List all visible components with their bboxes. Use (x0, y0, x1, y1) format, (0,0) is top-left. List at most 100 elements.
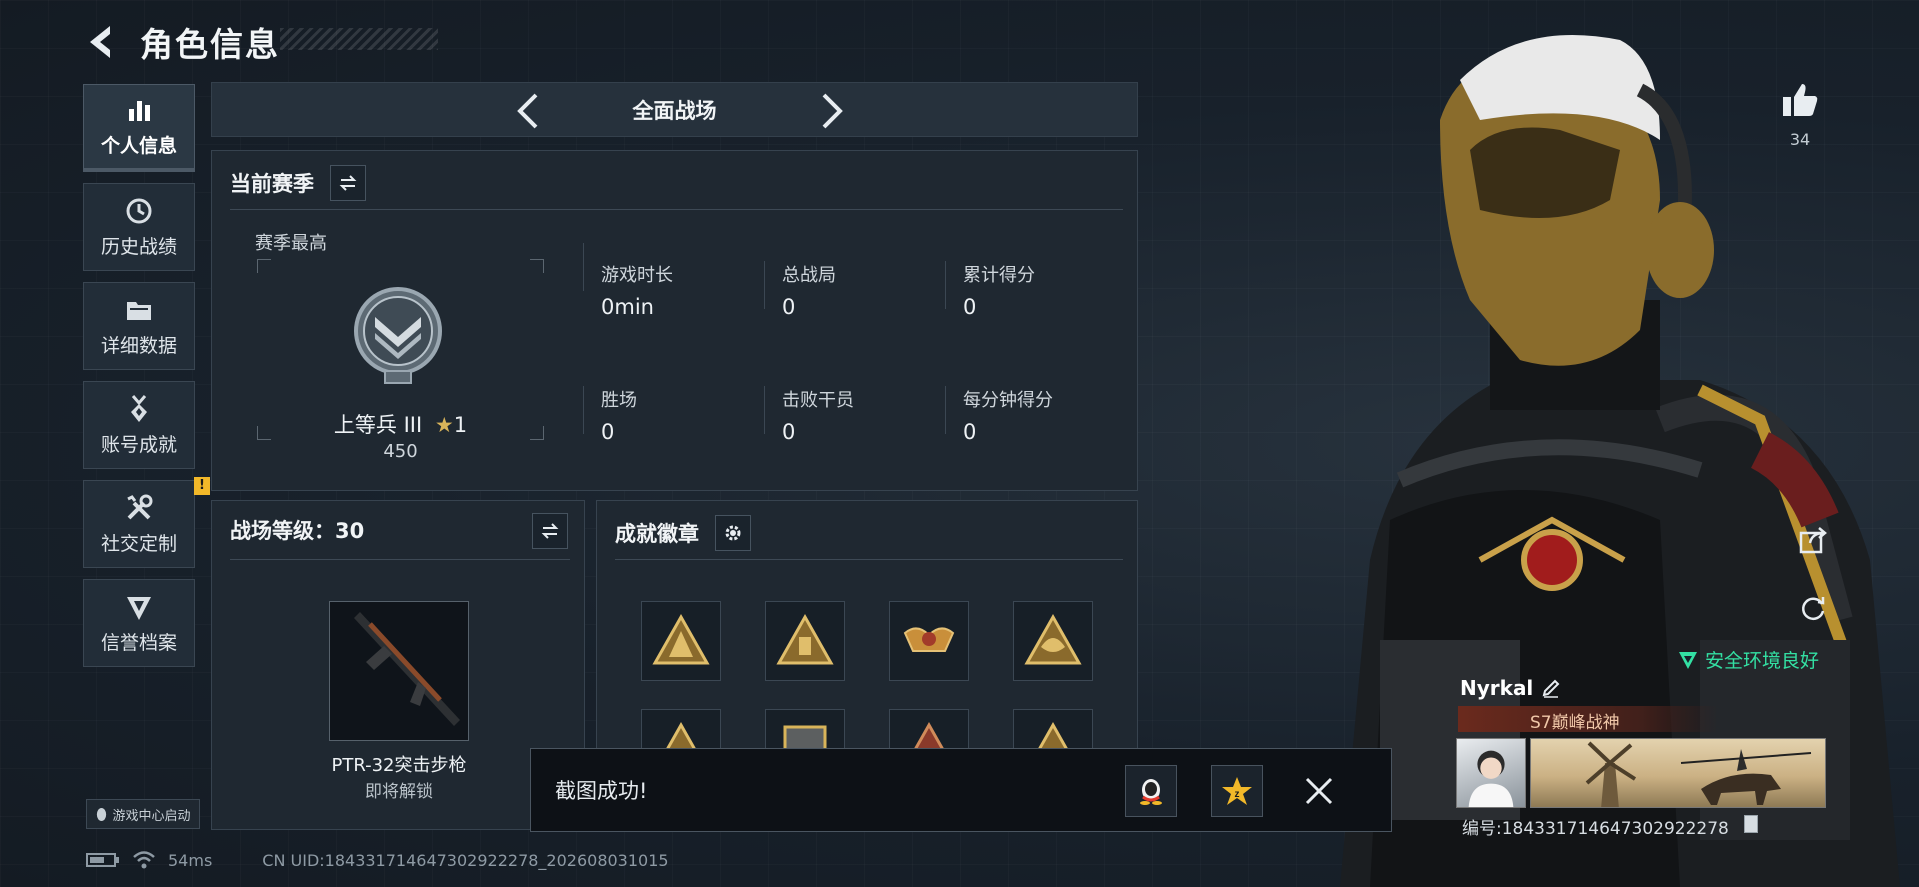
prev-mode-button[interactable] (508, 89, 548, 133)
stat-value-play-time: 0min (601, 295, 654, 319)
eagle-badge-icon (903, 627, 955, 652)
panel-title: 成就徽章 (615, 522, 699, 546)
game-center-launch-button[interactable]: 游戏中心启动 (86, 799, 200, 829)
battlefield-level-panel: 战场等级：30 PTR-32突击步枪 即将解锁 (211, 500, 585, 830)
sidebar-item-label: 信誉档案 (100, 631, 177, 654)
stat-value-wins: 0 (601, 420, 615, 444)
triangle-badge-icon (652, 613, 710, 665)
rank-line: 上等兵 III ★1 (257, 409, 544, 439)
season-best-label: 赛季最高 (255, 233, 327, 254)
title-stripe-decoration (280, 28, 438, 50)
rank-name: 上等兵 III (333, 413, 423, 437)
player-card: Nyrkal S7巅峰战神 编号:18433171464730292227​8 (1452, 672, 1832, 840)
toast-close-button[interactable] (1299, 771, 1339, 811)
stat-label-score-per-minute: 每分钟得分 (963, 390, 1053, 411)
safety-status: 安全环境良好 (1677, 646, 1819, 673)
panel-title: 当前赛季 (230, 172, 314, 196)
sidebar-item-details[interactable]: 详细数据 (83, 282, 195, 370)
history-icon (126, 198, 152, 223)
penguin-icon (97, 807, 107, 821)
achievement-badge[interactable] (889, 601, 969, 681)
sidebar-item-social[interactable]: 社交定制 ! (83, 477, 210, 568)
sidebar-item-label: 个人信息 (100, 135, 177, 157)
stat-value-total-matches: 0 (782, 295, 796, 319)
stat-label-wins: 胜场 (601, 390, 637, 411)
like-button[interactable]: 34 (1775, 80, 1825, 149)
next-mode-button[interactable] (812, 89, 852, 133)
safety-text: 安全环境良好 (1705, 650, 1820, 672)
triangle-badge-icon (776, 613, 834, 665)
back-arrow-icon (90, 26, 110, 58)
uid-text: CN UID:18433171464730292227​8_2026080310… (262, 850, 669, 870)
bar-chart-icon (129, 101, 150, 121)
mode-selector: 全面战场 (211, 82, 1138, 137)
stat-value-kills: 0 (782, 420, 796, 444)
stat-value-total-score: 0 (963, 295, 977, 319)
folder-icon (127, 301, 151, 320)
sidebar-item-history[interactable]: 历史战绩 (83, 183, 195, 271)
refresh-icon (1802, 597, 1825, 621)
tools-icon (127, 494, 153, 519)
player-id: 编号:18433171464730292227​8 (1462, 819, 1729, 839)
stat-separator (764, 261, 765, 309)
like-count: 34 (1789, 130, 1811, 149)
sidebar-item-label: 社交定制 (100, 532, 177, 555)
player-name-row: Nyrkal (1460, 676, 1561, 700)
avatar[interactable] (1456, 738, 1526, 808)
share-button[interactable] (1795, 522, 1831, 558)
stat-value-score-per-minute: 0 (963, 420, 977, 444)
rifle-icon (354, 612, 460, 726)
swap-icon (339, 175, 357, 191)
launch-label: 游戏中心启动 (112, 808, 191, 824)
avatar-portrait-image (1468, 750, 1514, 807)
switch-level-button[interactable] (532, 513, 568, 549)
triangle-badge-icon (1024, 613, 1082, 665)
svg-text:z: z (1235, 789, 1240, 800)
swap-icon (541, 523, 559, 539)
panel-title: 战场等级：30 (230, 519, 365, 543)
achievement-badge[interactable] (641, 601, 721, 681)
mode-name: 全面战场 (632, 98, 717, 123)
chevron-left-icon (517, 93, 538, 129)
back-button[interactable] (84, 22, 124, 62)
share-qzone-button[interactable]: z (1211, 765, 1263, 817)
share-qq-button[interactable] (1125, 765, 1177, 817)
rank-points: 450 (383, 441, 418, 462)
weapon-thumbnail[interactable] (329, 601, 469, 741)
profile-banner-image[interactable] (1530, 738, 1826, 808)
medal-icon (131, 394, 147, 422)
rank-emblem-icon (354, 287, 442, 384)
achievement-badge[interactable] (765, 601, 845, 681)
share-icon (1799, 527, 1827, 554)
edit-icon[interactable] (1541, 678, 1561, 698)
stat-separator (945, 261, 946, 309)
rotate-view-button[interactable] (1795, 590, 1831, 626)
notification-badge: ! (194, 477, 210, 495)
shield-check-icon (1679, 651, 1697, 669)
badge-settings-button[interactable] (715, 515, 751, 551)
screenshot-toast: 截图成功! z (530, 748, 1392, 832)
stat-label-total-matches: 总战局 (782, 265, 836, 286)
battery-icon (86, 853, 119, 867)
sidebar-item-label: 账号成就 (100, 433, 177, 456)
rank-stars: 1 (453, 413, 468, 437)
stat-separator (945, 386, 946, 434)
sidebar-item-label: 详细数据 (100, 334, 177, 357)
switch-season-button[interactable] (330, 165, 366, 201)
copy-id-button[interactable] (1744, 815, 1758, 833)
title-banner: S7巅峰战神 (1458, 706, 1718, 733)
sidebar-item-personal-info[interactable]: 个人信息 (83, 84, 195, 172)
sidebar-item-achievements[interactable]: 账号成就 (83, 381, 195, 469)
stat-separator (764, 386, 765, 434)
qzone-star-icon: z (1222, 777, 1252, 805)
stat-label-kills: 击败干员 (782, 390, 854, 411)
divider (230, 559, 570, 560)
status-bar: 54ms CN UID:18433171464730292227​8_20260… (86, 850, 669, 870)
close-icon (1305, 777, 1333, 805)
qq-icon (1140, 779, 1162, 805)
sidebar-item-credit[interactable]: 信誉档案 (83, 579, 195, 667)
achievement-badge[interactable] (1013, 601, 1093, 681)
stat-separator (583, 386, 584, 434)
toast-message: 截图成功! (555, 779, 648, 803)
divider (230, 209, 1123, 210)
